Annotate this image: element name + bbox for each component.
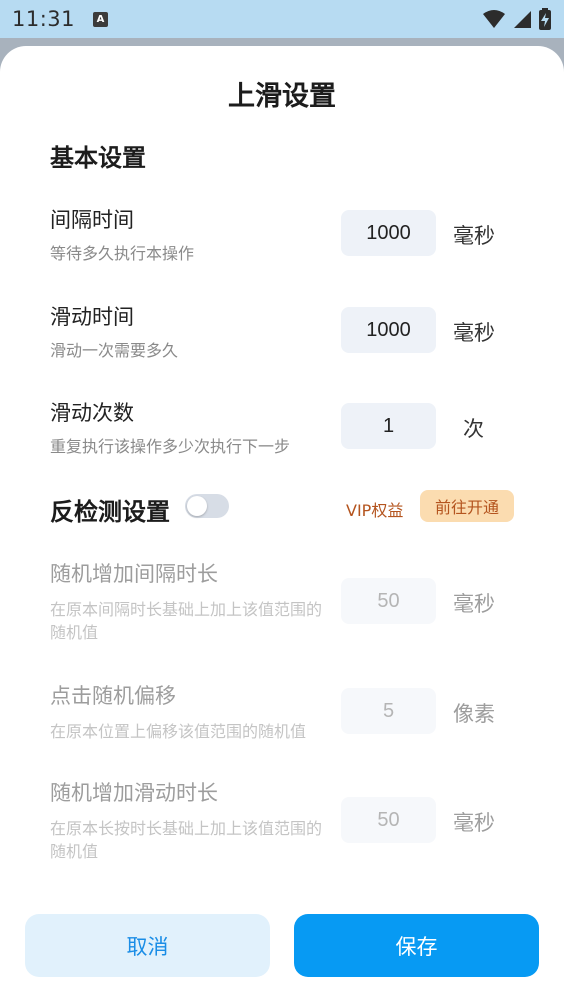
random-interval-input[interactable]: 50 — [341, 578, 436, 624]
cancel-button[interactable]: 取消 — [25, 914, 270, 977]
basic-settings-title: 基本设置 — [50, 144, 146, 172]
random-swipe-label: 随机增加滑动时长 — [50, 781, 218, 805]
click-offset-unit: 像素 — [453, 702, 495, 726]
click-offset-input[interactable]: 5 — [341, 688, 436, 734]
swipe-time-desc: 滑动一次需要多久 — [50, 341, 179, 360]
anti-detect-toggle[interactable] — [185, 494, 229, 518]
random-interval-label: 随机增加间隔时长 — [50, 562, 218, 586]
interval-time-unit: 毫秒 — [453, 224, 495, 248]
battery-charging-icon — [539, 8, 551, 30]
vip-open-button[interactable]: 前往开通 — [420, 490, 514, 522]
interval-time-desc: 等待多久执行本操作 — [50, 244, 195, 263]
swipe-time-unit: 毫秒 — [453, 321, 495, 345]
vip-label: VIP权益 — [346, 501, 404, 520]
random-swipe-desc: 在原本长按时长基础上加上该值范围的随机值 — [50, 819, 323, 861]
settings-sheet: 上滑设置 基本设置 间隔时间 等待多久执行本操作 1000 毫秒 滑动时间 滑动… — [0, 46, 564, 1002]
random-interval-unit: 毫秒 — [453, 592, 495, 616]
signal-icon — [514, 11, 531, 28]
click-offset-label: 点击随机偏移 — [50, 684, 176, 708]
random-swipe-input[interactable]: 50 — [341, 797, 436, 843]
notification-a-icon: A — [93, 11, 109, 27]
interval-time-label: 间隔时间 — [50, 208, 134, 232]
status-time: 11:31 — [12, 7, 76, 31]
toggle-knob — [187, 496, 207, 516]
swipe-count-label: 滑动次数 — [50, 401, 134, 425]
save-button[interactable]: 保存 — [294, 914, 539, 977]
swipe-count-desc: 重复执行该操作多少次执行下一步 — [50, 437, 291, 456]
swipe-time-label: 滑动时间 — [50, 305, 134, 329]
click-offset-desc: 在原本位置上偏移该值范围的随机值 — [50, 722, 307, 741]
swipe-time-input[interactable]: 1000 — [341, 307, 436, 353]
status-bar: 11:31 A — [0, 0, 564, 38]
swipe-count-unit: 次 — [463, 417, 484, 441]
anti-detect-title: 反检测设置 — [50, 498, 170, 526]
sheet-title: 上滑设置 — [228, 81, 336, 112]
swipe-count-input[interactable]: 1 — [341, 403, 436, 449]
wifi-icon — [483, 10, 505, 28]
status-icons — [482, 8, 552, 30]
interval-time-input[interactable]: 1000 — [341, 210, 436, 256]
random-interval-desc: 在原本间隔时长基础上加上该值范围的随机值 — [50, 600, 323, 642]
random-swipe-unit: 毫秒 — [453, 811, 495, 835]
